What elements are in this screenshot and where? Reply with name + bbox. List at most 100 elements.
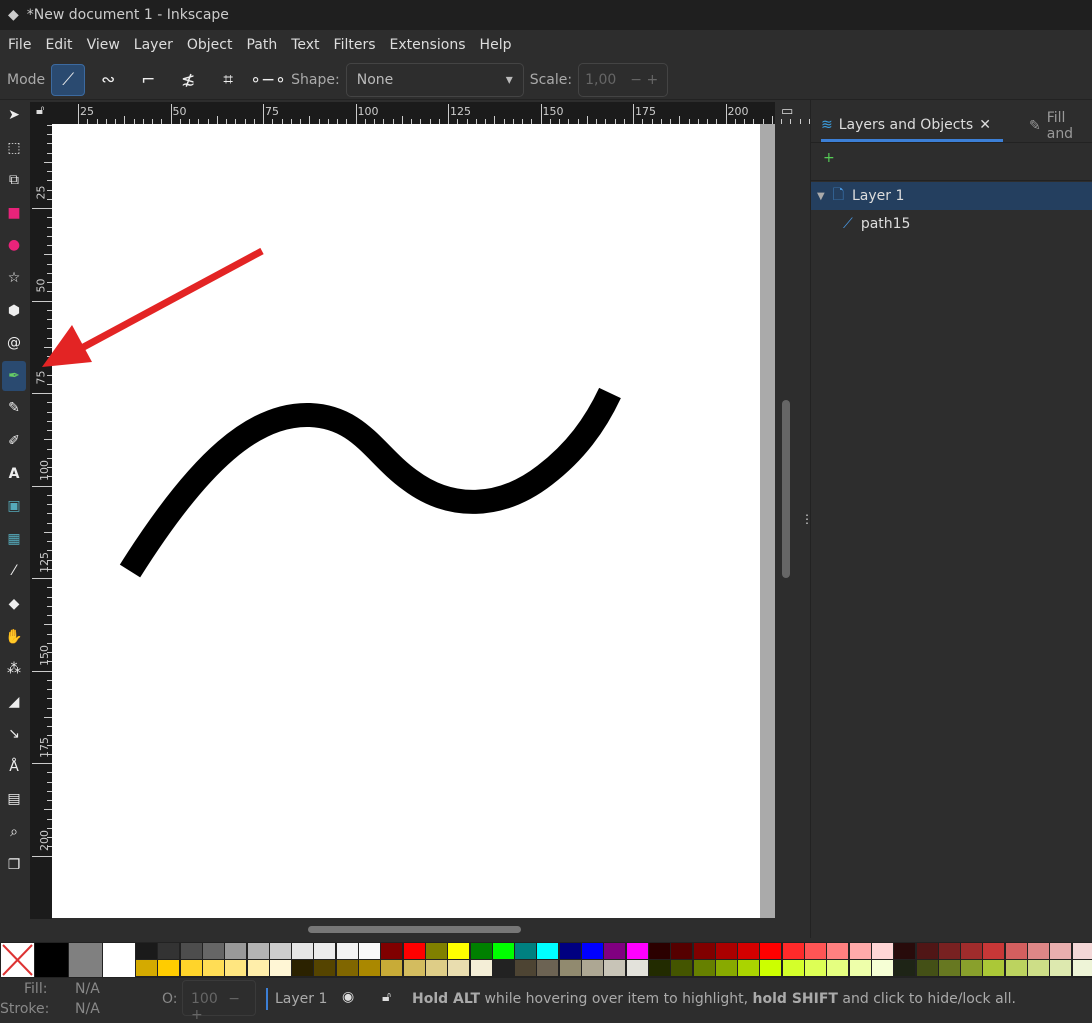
color-swatch[interactable] [381,960,403,976]
swatch-white[interactable] [103,943,135,977]
color-swatch[interactable] [1028,960,1049,976]
current-layer[interactable]: Layer 1 [275,991,327,1007]
color-swatch[interactable] [247,943,269,959]
color-swatch[interactable] [202,943,224,959]
color-swatch[interactable] [693,943,715,959]
color-swatch[interactable] [849,943,871,959]
color-swatch[interactable] [448,943,470,959]
color-swatch[interactable] [805,960,826,976]
color-swatch[interactable] [180,943,202,959]
color-swatch[interactable] [671,960,693,976]
color-swatch[interactable] [448,960,470,976]
add-layer-icon[interactable]: + [823,150,835,166]
color-swatch[interactable] [492,960,514,976]
color-swatch[interactable] [938,943,960,959]
color-swatch[interactable] [537,960,559,976]
vertical-scrollbar[interactable] [782,400,790,578]
color-swatch[interactable] [961,960,983,976]
color-swatch[interactable] [247,960,269,976]
layer-row[interactable]: ▼ 🗋︎ Layer 1 [811,182,1092,210]
color-swatch[interactable] [1005,943,1027,959]
eye-icon[interactable]: ◉ [342,989,354,1005]
color-swatch[interactable] [894,960,916,976]
swatch-gray[interactable] [69,943,102,977]
color-swatch[interactable] [1005,960,1027,976]
color-swatch[interactable] [1072,943,1092,959]
color-swatch[interactable] [983,960,1005,976]
color-swatch[interactable] [180,960,202,976]
expand-icon[interactable]: ▼ [817,191,825,202]
color-swatch[interactable] [604,943,626,959]
color-swatch[interactable] [292,960,314,976]
color-swatch[interactable] [1072,960,1092,976]
color-swatch[interactable] [269,960,291,976]
color-swatch[interactable] [1028,943,1049,959]
color-swatch[interactable] [626,960,648,976]
color-swatch[interactable] [582,960,603,976]
color-swatch[interactable] [648,960,670,976]
lock-icon[interactable]: 🔓︎ [382,989,391,1005]
tab-layers-objects[interactable]: ≋ Layers and Objects ✕ [821,110,1003,142]
color-swatch[interactable] [671,943,693,959]
color-swatch[interactable] [359,960,380,976]
color-swatch[interactable] [760,960,782,976]
color-swatch[interactable] [336,943,358,959]
color-swatch[interactable] [715,960,737,976]
color-swatch[interactable] [916,960,938,976]
color-swatch[interactable] [715,943,737,959]
tab-fill-stroke[interactable]: ✎ Fill and [1029,110,1092,142]
color-swatch[interactable] [805,943,826,959]
color-swatch[interactable] [871,943,893,959]
color-swatch[interactable] [314,960,336,976]
color-swatch[interactable] [582,943,603,959]
color-swatch[interactable] [648,943,670,959]
stroke-value[interactable]: N/A [75,1001,100,1017]
color-swatch[interactable] [916,943,938,959]
display-mode-icon[interactable]: ▭ [781,104,793,119]
color-swatch[interactable] [983,943,1005,959]
color-swatch[interactable] [760,943,782,959]
color-swatch[interactable] [403,960,425,976]
color-swatch[interactable] [515,943,537,959]
color-swatch[interactable] [158,960,180,976]
no-paint-swatch[interactable] [1,943,34,977]
color-swatch[interactable] [225,943,247,959]
color-swatch[interactable] [938,960,960,976]
color-swatch[interactable] [425,960,447,976]
color-swatch[interactable] [1050,960,1072,976]
color-swatch[interactable] [827,960,849,976]
color-swatch[interactable] [470,960,492,976]
color-swatch[interactable] [403,943,425,959]
color-swatch[interactable] [782,960,804,976]
color-swatch[interactable] [136,960,157,976]
color-swatch[interactable] [961,943,983,959]
color-swatch[interactable] [492,943,514,959]
color-swatch[interactable] [849,960,871,976]
horizontal-scrollbar[interactable] [308,926,521,933]
color-swatch[interactable] [1050,943,1072,959]
object-row[interactable]: ⟋ path15 [811,210,1092,238]
color-swatch[interactable] [738,960,760,976]
color-swatch[interactable] [336,960,358,976]
color-swatch[interactable] [604,960,626,976]
color-swatch[interactable] [827,943,849,959]
close-icon[interactable]: ✕ [979,117,991,133]
fill-value[interactable]: N/A [75,981,100,997]
color-swatch[interactable] [871,960,893,976]
color-swatch[interactable] [559,960,581,976]
color-swatch[interactable] [782,943,804,959]
color-swatch[interactable] [425,943,447,959]
color-swatch[interactable] [738,943,760,959]
color-swatch[interactable] [693,960,715,976]
color-swatch[interactable] [381,943,403,959]
color-swatch[interactable] [158,943,180,959]
color-swatch[interactable] [292,943,314,959]
color-swatch[interactable] [359,943,380,959]
color-swatch[interactable] [314,943,336,959]
color-swatch[interactable] [559,943,581,959]
color-swatch[interactable] [136,943,157,959]
color-swatch[interactable] [202,960,224,976]
color-swatch[interactable] [225,960,247,976]
color-swatch[interactable] [269,943,291,959]
color-swatch[interactable] [894,943,916,959]
